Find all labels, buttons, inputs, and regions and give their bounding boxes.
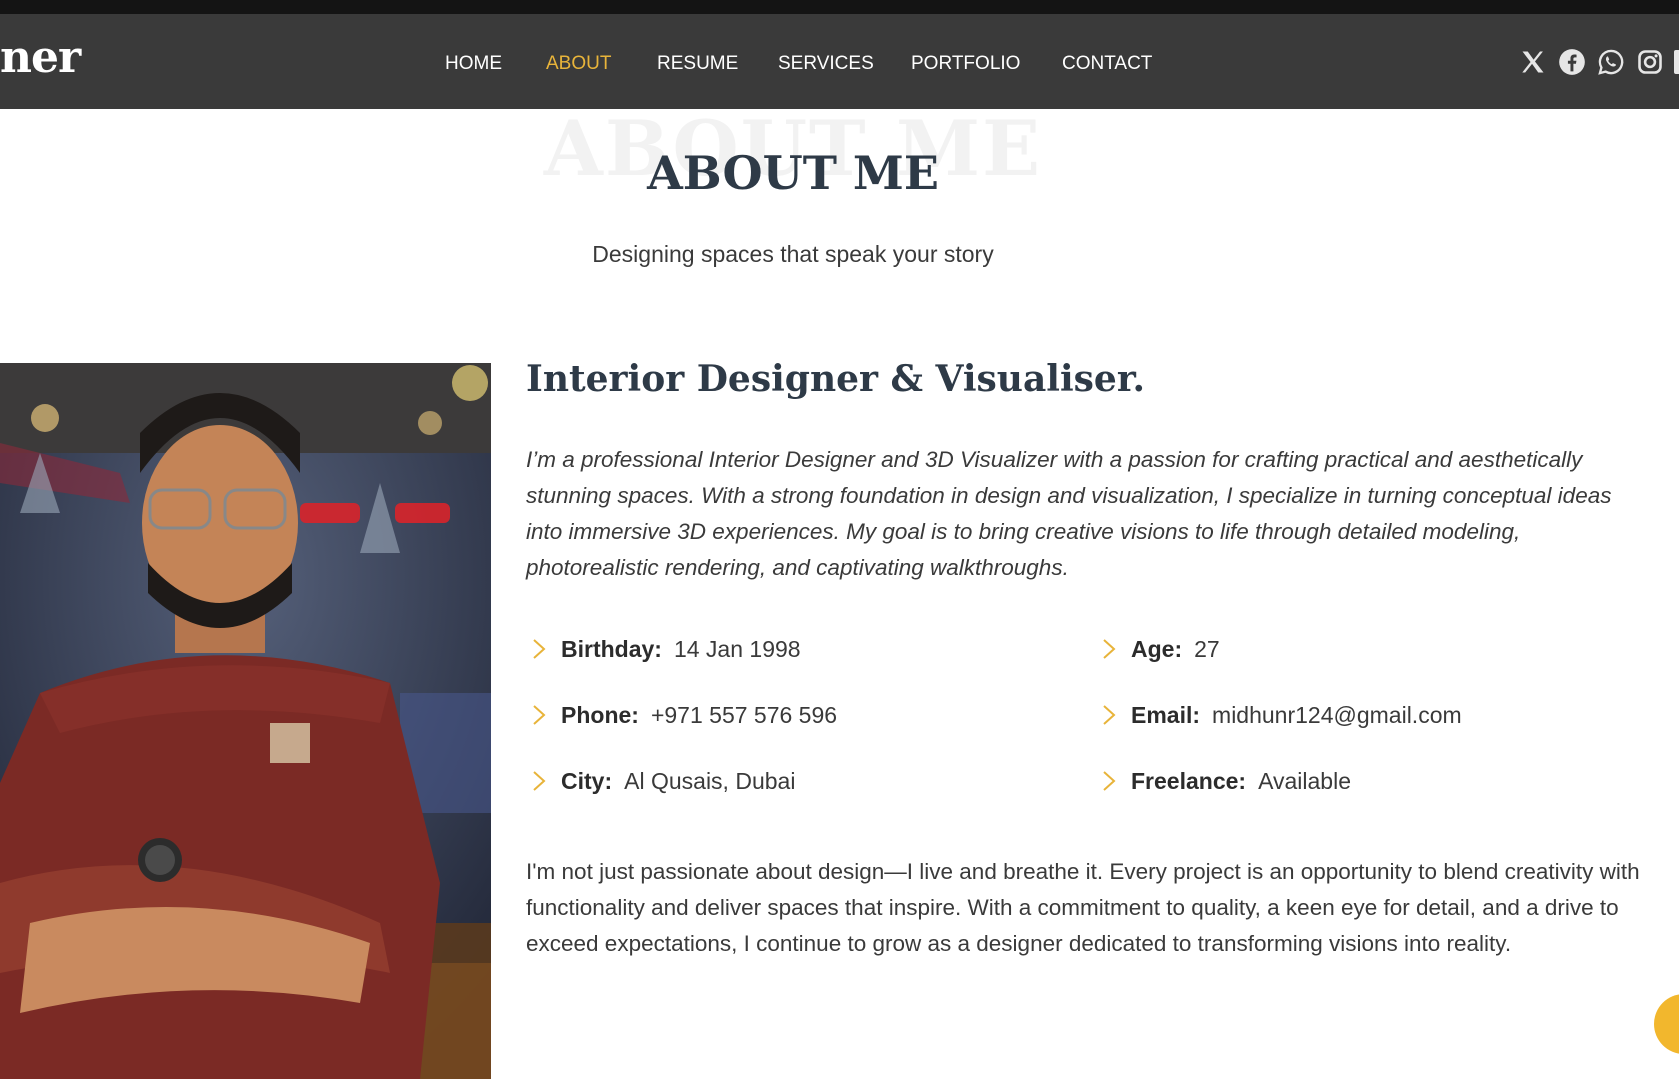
info-freelance: Freelance: Available [1100,766,1351,796]
outro-paragraph: I'm not just passionate about design—I l… [526,859,1640,956]
chevron-right-icon [1100,637,1118,661]
chevron-right-icon [1100,703,1118,727]
back-to-top-button[interactable] [1654,994,1679,1054]
instagram-icon[interactable] [1636,48,1664,76]
intro-paragraph: I’m a professional Interior Designer and… [526,447,1612,580]
site-header: ner HOME ABOUT RESUME SERVICES PORTFOLIO… [0,14,1679,109]
chevron-right-icon [530,637,548,661]
nav-home[interactable]: HOME [445,41,502,87]
site-logo[interactable]: ner [0,32,81,83]
section-subtitle: Designing spaces that speak your story [592,241,994,267]
nav-services[interactable]: SERVICES [778,41,874,87]
facebook-icon[interactable] [1558,48,1586,76]
top-strip [0,0,1679,14]
profile-photo [0,363,491,1079]
chevron-right-icon [1100,769,1118,793]
info-age: Age: 27 [1100,634,1220,664]
chevron-right-icon [530,769,548,793]
info-phone: Phone: +971 557 576 596 [530,700,837,730]
nav-resume[interactable]: RESUME [657,41,738,87]
whatsapp-icon[interactable] [1597,48,1625,76]
nav-about[interactable]: ABOUT [546,41,611,87]
chevron-right-icon [530,703,548,727]
nav-portfolio[interactable]: PORTFOLIO [911,41,1020,87]
nav-contact[interactable]: CONTACT [1062,41,1152,87]
section-title: ABOUT ME [647,146,939,200]
x-icon[interactable] [1519,48,1547,76]
info-city: City: Al Qusais, Dubai [530,766,795,796]
linkedin-icon[interactable] [1674,50,1679,74]
info-email: Email: midhunr124@gmail.com [1100,700,1462,730]
info-birthday: Birthday: 14 Jan 1998 [530,634,801,664]
role-heading: Interior Designer & Visualiser. [526,358,1146,400]
